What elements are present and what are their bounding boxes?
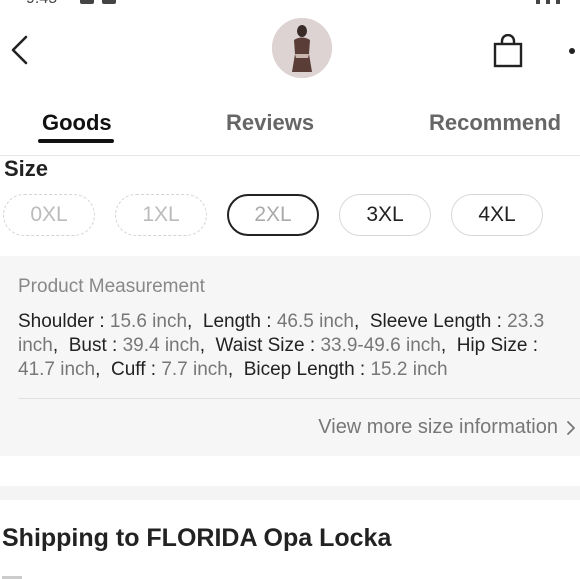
- view-more-label: View more size information: [318, 416, 558, 438]
- measurement-key: Shoulder: [18, 311, 95, 332]
- size-option-3xl[interactable]: 3XL: [339, 194, 431, 236]
- battery-icon: [556, 0, 560, 4]
- size-label: Size: [4, 156, 49, 181]
- measurement-value: 46.5 inch: [276, 311, 354, 332]
- shopping-bag-icon[interactable]: [492, 34, 524, 68]
- size-option-0xl[interactable]: 0XL: [3, 194, 95, 236]
- active-tab-indicator: [38, 139, 114, 143]
- measurement-value: 7.7 inch: [161, 359, 228, 380]
- top-header: [0, 10, 580, 90]
- product-thumbnail[interactable]: [272, 18, 332, 78]
- measurement-key: Sleeve Length: [369, 311, 492, 332]
- tab-bar: Goods Reviews Recommend: [0, 100, 580, 156]
- measurement-key: Cuff: [110, 359, 146, 380]
- notification-icons: [80, 0, 116, 4]
- size-options: 0XL 1XL 2XL 3XL 4XL: [0, 194, 580, 240]
- status-time: 9:45: [26, 0, 57, 8]
- measurement-key: Bicep Length: [243, 359, 355, 380]
- tab-goods[interactable]: Goods: [42, 110, 112, 136]
- measurement-key: Waist Size: [215, 335, 305, 356]
- measurement-value: 39.4 inch: [122, 335, 200, 356]
- signal-icon: [546, 0, 550, 4]
- size-option-2xl[interactable]: 2XL: [227, 194, 319, 236]
- signal-icon: [536, 0, 540, 4]
- more-icon[interactable]: [566, 44, 578, 58]
- section-separator: [0, 486, 580, 500]
- measurement-value: 33.9-49.6 inch: [320, 335, 441, 356]
- notification-icon: [102, 0, 116, 4]
- measurement-value: 15.2 inch: [370, 359, 448, 380]
- size-option-1xl[interactable]: 1XL: [115, 194, 207, 236]
- chevron-left-icon[interactable]: [8, 34, 34, 66]
- view-more-size-link[interactable]: View more size information: [318, 416, 576, 439]
- product-measurement-panel: Product Measurement Shoulder : 15.6 inch…: [0, 256, 580, 456]
- measurement-title: Product Measurement: [18, 276, 205, 297]
- measurement-key: Hip Size: [456, 335, 528, 356]
- measurement-key: Bust: [68, 335, 107, 356]
- divider: [18, 398, 580, 399]
- notification-icon: [80, 0, 94, 4]
- tab-recommend[interactable]: Recommend: [429, 110, 561, 136]
- measurement-value: 41.7 inch: [18, 359, 96, 380]
- shipping-destination[interactable]: Shipping to FLORIDA Opa Locka: [2, 524, 391, 553]
- measurement-value: 15.6 inch: [109, 311, 188, 332]
- measurement-list: Shoulder : 15.6 inch, Length : 46.5 inch…: [18, 311, 545, 380]
- size-option-4xl[interactable]: 4XL: [451, 194, 543, 236]
- measurement-key: Length: [202, 311, 261, 332]
- chevron-right-icon: [567, 420, 575, 435]
- tab-reviews[interactable]: Reviews: [226, 110, 314, 136]
- system-icons: [536, 0, 560, 4]
- status-bar: 9:45: [0, 0, 580, 10]
